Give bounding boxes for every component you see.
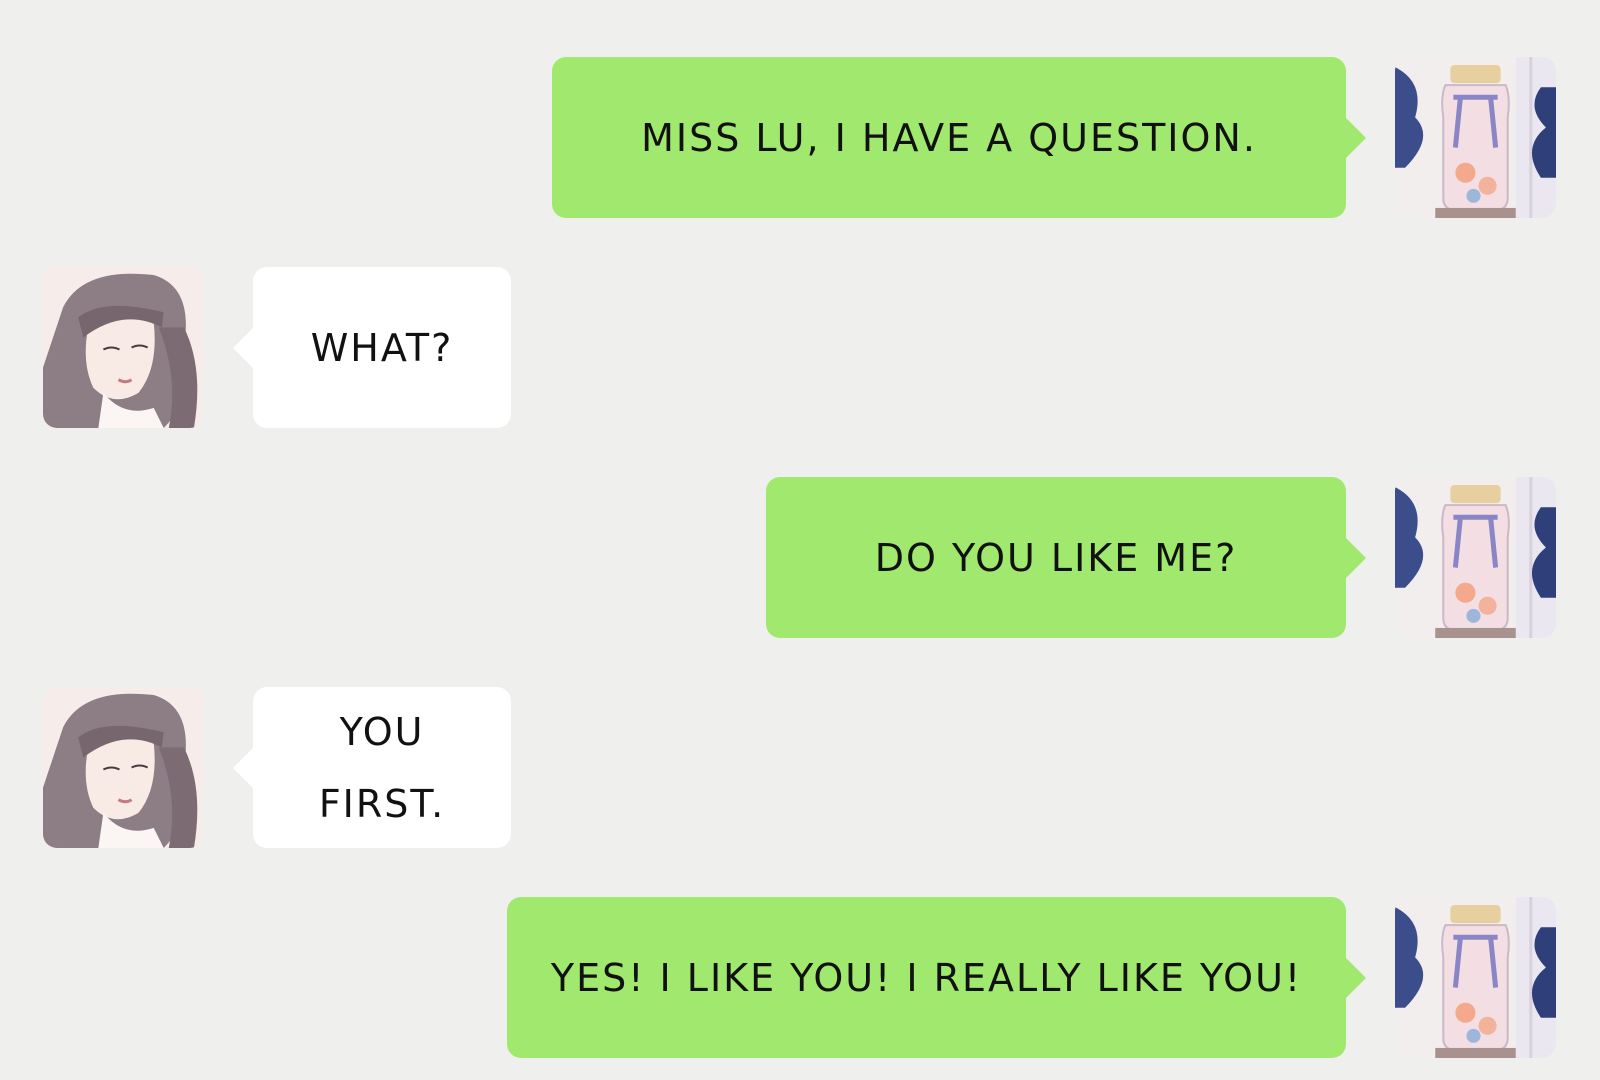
chat-window: MISS LU, I HAVE A QUESTION. WHAT? DO YOU…: [0, 0, 1600, 1080]
woman-avatar-icon[interactable]: [43, 687, 204, 848]
jar-avatar-icon[interactable]: [1395, 57, 1556, 218]
bubble-tail: [233, 328, 253, 368]
message-text: MISS LU, I HAVE A QUESTION.: [641, 115, 1257, 160]
message-text: WHAT?: [310, 325, 454, 370]
message-text: YES! I LIKE YOU! I REALLY LIKE YOU!: [550, 955, 1303, 1000]
outgoing-message-bubble[interactable]: DO YOU LIKE ME?: [766, 477, 1346, 638]
outgoing-message-bubble[interactable]: YES! I LIKE YOU! I REALLY LIKE YOU!: [507, 897, 1346, 1058]
woman-avatar-icon[interactable]: [43, 267, 204, 428]
bubble-tail: [1346, 118, 1366, 158]
incoming-message-bubble[interactable]: WHAT?: [253, 267, 511, 428]
message-text: DO YOU LIKE ME?: [874, 535, 1238, 580]
jar-avatar-icon[interactable]: [1395, 897, 1556, 1058]
jar-avatar-icon[interactable]: [1395, 477, 1556, 638]
outgoing-message-bubble[interactable]: MISS LU, I HAVE A QUESTION.: [552, 57, 1346, 218]
incoming-message-bubble[interactable]: YOU FIRST.: [253, 687, 511, 848]
bubble-tail: [1346, 958, 1366, 998]
bubble-tail: [1346, 538, 1366, 578]
bubble-tail: [233, 748, 253, 788]
message-text: YOU FIRST.: [318, 709, 446, 826]
